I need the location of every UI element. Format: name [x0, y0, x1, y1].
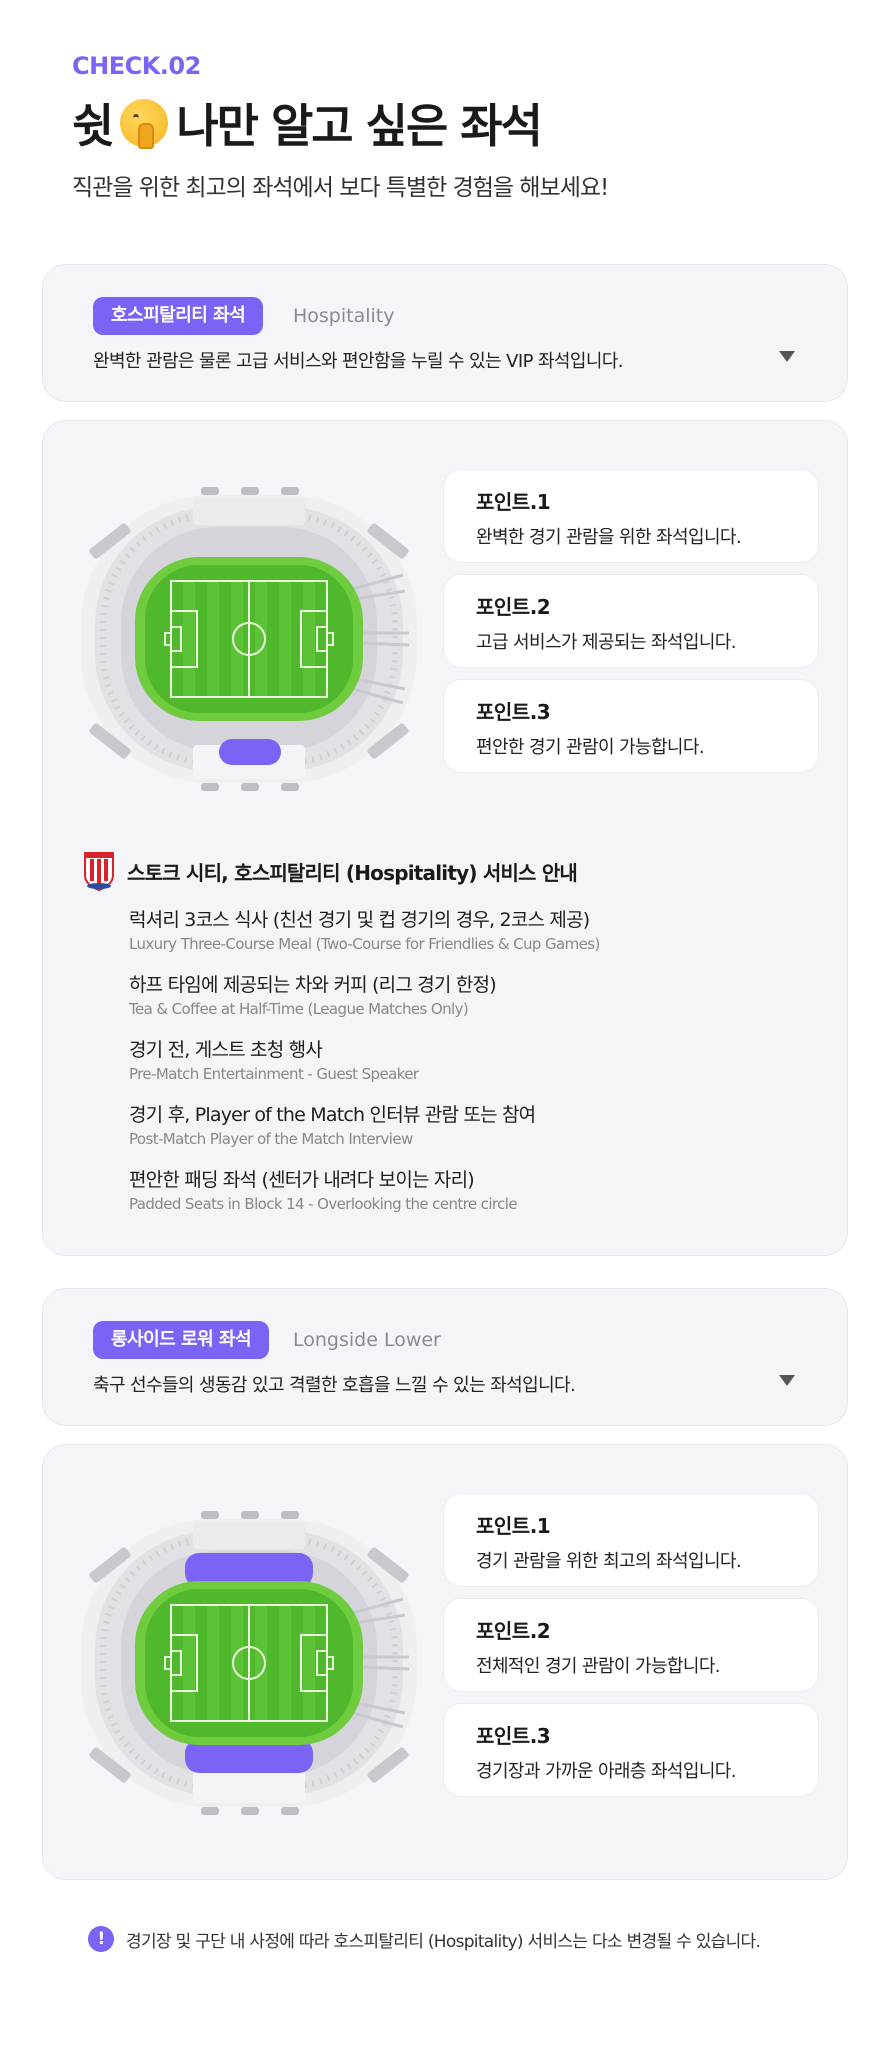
title-after: 나만 알고 싶은 좌석	[176, 99, 543, 153]
service-title-row: 스토크 시티, 호스피탈리티 (Hospitality) 서비스 안내	[81, 851, 821, 891]
service-item: 경기 전, 게스트 초청 행사 Pre-Match Entertainment …	[129, 1035, 821, 1083]
service-item-ko: 경기 전, 게스트 초청 행사	[129, 1039, 323, 1061]
notice: ! 경기장 및 구단 내 사정에 따라 호스피탈리티 (Hospitality)…	[88, 1926, 761, 1952]
point-title: 포인트.2	[476, 1619, 551, 1643]
point-card: 포인트.2 전체적인 경기 관람이 가능합니다.	[443, 1598, 819, 1692]
page-header: CHECK.02 쉿 나만 알고 싶은 좌석 직관을 위한 최고의 좌석에서 보…	[72, 52, 609, 202]
hospitality-detail-panel: 포인트.1 완벽한 경기 관람을 위한 좌석입니다. 포인트.2 고급 서비스가…	[42, 420, 848, 1256]
page-title: 쉿 나만 알고 싶은 좌석	[72, 90, 608, 156]
service-item: 하프 타임에 제공되는 차와 커피 (리그 경기 한정) Tea & Coffe…	[129, 970, 821, 1018]
hospitality-service-info: 스토크 시티, 호스피탈리티 (Hospitality) 서비스 안내 럭셔리 …	[81, 851, 821, 1230]
stoke-city-crest-icon	[84, 852, 114, 891]
points-list: 포인트.1 완벽한 경기 관람을 위한 좌석입니다. 포인트.2 고급 서비스가…	[443, 469, 819, 784]
accordion-hospitality[interactable]: 호스피탈리티 좌석 Hospitality 완벽한 관람은 물론 고급 서비스와…	[42, 264, 848, 402]
point-title: 포인트.3	[476, 700, 551, 724]
seat-badge: 호스피탈리티 좌석	[93, 297, 264, 335]
shushing-face-icon	[120, 99, 169, 149]
chevron-down-icon[interactable]	[779, 1375, 795, 1386]
point-desc: 전체적인 경기 관람이 가능합니다.	[476, 1656, 721, 1677]
service-item-en: Padded Seats in Block 14 - Overlooking t…	[129, 1195, 518, 1213]
point-title: 포인트.3	[476, 1724, 551, 1748]
point-desc: 경기장과 가까운 아래층 좌석입니다.	[476, 1761, 736, 1782]
point-title: 포인트.2	[476, 595, 551, 619]
service-item: 편안한 패딩 좌석 (센터가 내려다 보이는 자리) Padded Seats …	[129, 1165, 821, 1213]
seat-badge: 롱사이드 로워 좌석	[93, 1321, 270, 1359]
check-label: CHECK.02	[72, 52, 201, 80]
point-card: 포인트.3 편안한 경기 관람이 가능합니다.	[443, 679, 819, 773]
seat-english-name: Hospitality	[293, 305, 395, 327]
title-before: 쉿	[72, 99, 114, 153]
seat-description: 완벽한 관람은 물론 고급 서비스와 편안함을 누릴 수 있는 VIP 좌석입니…	[93, 351, 624, 372]
service-item: 럭셔리 3코스 식사 (친선 경기 및 컵 경기의 경우, 2코스 제공) Lu…	[129, 905, 821, 953]
point-desc: 완벽한 경기 관람을 위한 좌석입니다.	[476, 527, 742, 548]
chevron-down-icon[interactable]	[779, 351, 795, 362]
service-item-ko: 경기 후, Player of the Match 인터뷰 관람 또는 참여	[129, 1104, 536, 1126]
page-subtitle: 직관을 위한 최고의 좌석에서 보다 특별한 경험을 해보세요!	[72, 175, 609, 201]
service-item-en: Pre-Match Entertainment - Guest Speaker	[129, 1065, 419, 1083]
point-card: 포인트.3 경기장과 가까운 아래층 좌석입니다.	[443, 1703, 819, 1797]
service-item-en: Post-Match Player of the Match Interview	[129, 1130, 413, 1148]
notice-text: 경기장 및 구단 내 사정에 따라 호스피탈리티 (Hospitality) 서…	[126, 1931, 761, 1952]
point-card: 포인트.1 완벽한 경기 관람을 위한 좌석입니다.	[443, 469, 819, 563]
seat-english-name: Longside Lower	[293, 1329, 441, 1351]
seat-description: 축구 선수들의 생동감 있고 격렬한 호흡을 느낄 수 있는 좌석입니다.	[93, 1375, 576, 1396]
point-title: 포인트.1	[476, 490, 551, 514]
exclamation-icon: !	[88, 1926, 114, 1952]
point-desc: 경기 관람을 위한 최고의 좌석입니다.	[476, 1551, 742, 1572]
service-item-ko: 편안한 패딩 좌석 (센터가 내려다 보이는 자리)	[129, 1169, 475, 1191]
point-card: 포인트.1 경기 관람을 위한 최고의 좌석입니다.	[443, 1493, 819, 1587]
service-item-ko: 하프 타임에 제공되는 차와 커피 (리그 경기 한정)	[129, 974, 497, 996]
service-item: 경기 후, Player of the Match 인터뷰 관람 또는 참여 P…	[129, 1100, 821, 1148]
service-item-en: Luxury Three-Course Meal (Two-Course for…	[129, 935, 600, 953]
accordion-longside-lower[interactable]: 롱사이드 로워 좌석 Longside Lower 축구 선수들의 생동감 있고…	[42, 1288, 848, 1426]
points-list: 포인트.1 경기 관람을 위한 최고의 좌석입니다. 포인트.2 전체적인 경기…	[443, 1493, 819, 1808]
stadium-map-longside	[81, 1511, 417, 1815]
point-desc: 편안한 경기 관람이 가능합니다.	[476, 737, 705, 758]
service-item-en: Tea & Coffee at Half-Time (League Matche…	[129, 1000, 469, 1018]
point-title: 포인트.1	[476, 1514, 551, 1538]
stadium-map-hospitality	[81, 487, 417, 791]
service-title: 스토크 시티, 호스피탈리티 (Hospitality) 서비스 안내	[127, 860, 578, 885]
point-desc: 고급 서비스가 제공되는 좌석입니다.	[476, 632, 736, 653]
service-list: 럭셔리 3코스 식사 (친선 경기 및 컵 경기의 경우, 2코스 제공) Lu…	[81, 905, 821, 1213]
point-card: 포인트.2 고급 서비스가 제공되는 좌석입니다.	[443, 574, 819, 668]
service-item-ko: 럭셔리 3코스 식사 (친선 경기 및 컵 경기의 경우, 2코스 제공)	[129, 909, 590, 931]
longside-detail-panel: 포인트.1 경기 관람을 위한 최고의 좌석입니다. 포인트.2 전체적인 경기…	[42, 1444, 848, 1880]
